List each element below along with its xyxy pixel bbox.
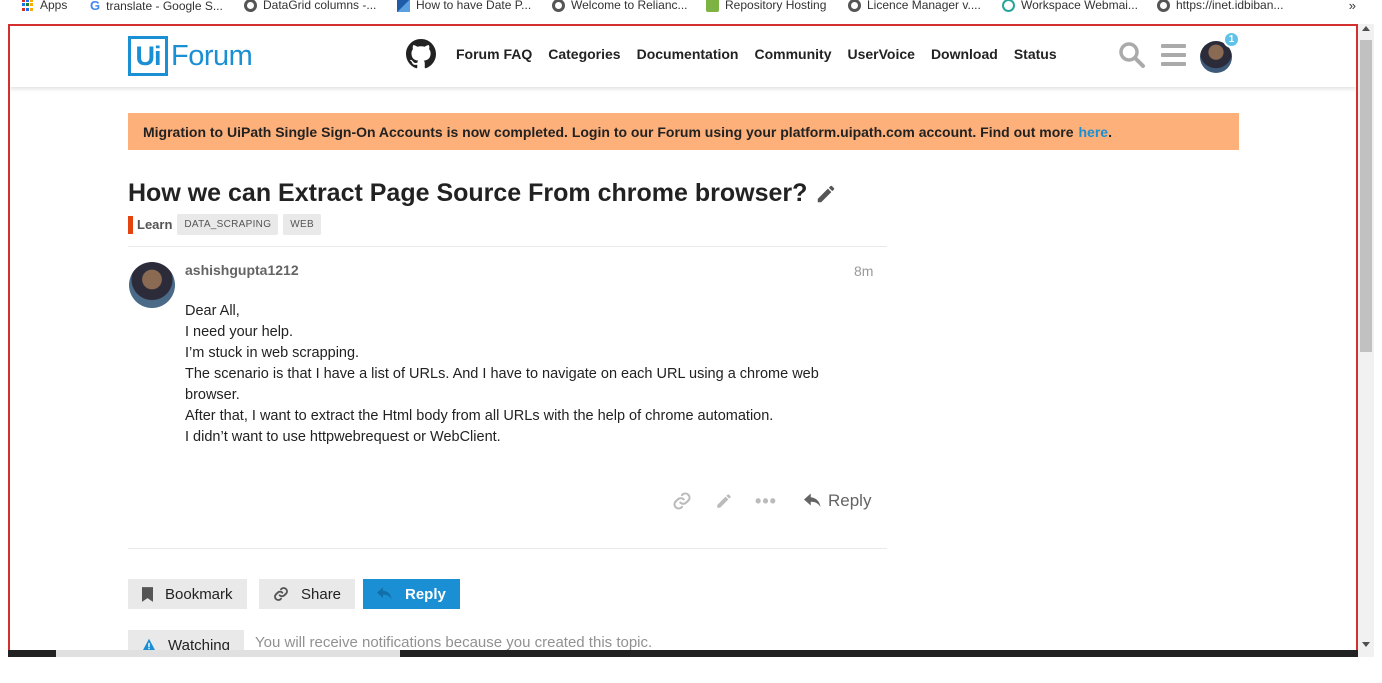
scroll-thumb[interactable]: [1360, 40, 1372, 352]
bookmark-idbi[interactable]: https://inet.idbiban...: [1157, 0, 1283, 12]
post-reply-label: Reply: [828, 491, 872, 510]
share-label: Share: [301, 585, 342, 603]
bookmark-label: Repository Hosting: [725, 0, 827, 12]
globe-icon: [1157, 0, 1170, 12]
taskbar-segment: [56, 650, 400, 657]
post-body: Dear All, I need your help. I’m stuck in…: [185, 301, 865, 448]
divider: [128, 246, 887, 247]
topic-title: How we can Extract Page Source From chro…: [128, 179, 837, 208]
scroll-down-icon[interactable]: [1362, 642, 1370, 647]
nav-forum-faq[interactable]: Forum FAQ: [456, 46, 532, 62]
stack-icon: [397, 0, 410, 12]
reply-arrow-icon: [377, 587, 392, 600]
bookmark-label: translate - Google S...: [106, 0, 223, 13]
globe-icon: [244, 0, 257, 12]
post-line: I’m stuck in web scrapping.: [185, 345, 360, 361]
bookmark-label: Licence Manager v....: [867, 0, 981, 12]
post-actions: ••• Reply: [670, 489, 871, 513]
edit-post-icon[interactable]: [712, 489, 736, 513]
post-time[interactable]: 8m: [854, 263, 873, 279]
swirl-icon: [1002, 0, 1015, 12]
post-line: Dear All,: [185, 303, 240, 319]
bookmarks-overflow-icon[interactable]: »: [1349, 0, 1356, 13]
post-line: I need your help.: [185, 324, 294, 340]
bookmark-webmail[interactable]: Workspace Webmai...: [1002, 0, 1138, 12]
bookmark-label: Bookmark: [165, 585, 233, 603]
banner-text: Migration to UiPath Single Sign-On Accou…: [143, 123, 1074, 140]
divider: [128, 548, 887, 549]
bookmark-icon: [142, 586, 153, 602]
logo-text: Forum: [171, 39, 253, 72]
nav-uservoice[interactable]: UserVoice: [847, 46, 914, 62]
bookmarks-bar: Apps G translate - Google S... DataGrid …: [0, 0, 1382, 14]
link-icon[interactable]: [670, 489, 694, 513]
edit-title-icon[interactable]: [815, 183, 837, 205]
hamburger-menu-icon[interactable]: [1161, 44, 1186, 66]
globe-icon: [848, 0, 861, 12]
main-nav: Forum FAQ Categories Documentation Commu…: [456, 46, 1057, 62]
plant-icon: [706, 0, 719, 12]
category-learn[interactable]: Learn: [128, 215, 173, 234]
bookmark-label: DataGrid columns -...: [263, 0, 377, 12]
reply-arrow-icon: [804, 493, 821, 507]
post-line: The scenario is that I have a list of UR…: [185, 366, 819, 403]
post-line: I didn’t want to use httpwebrequest or W…: [185, 429, 501, 445]
globe-icon: [552, 0, 565, 12]
post-line: After that, I want to extract the Html b…: [185, 408, 774, 424]
bookmark-datepicker[interactable]: How to have Date P...: [397, 0, 531, 12]
nav-status[interactable]: Status: [1014, 46, 1057, 62]
nav-categories[interactable]: Categories: [548, 46, 620, 62]
bookmark-label: Welcome to Relianc...: [571, 0, 688, 12]
google-icon: G: [90, 0, 101, 13]
bookmark-repository[interactable]: Repository Hosting: [706, 0, 826, 12]
bookmark-label: Apps: [40, 0, 68, 12]
site-logo[interactable]: Ui Forum: [128, 36, 253, 76]
logo-box: Ui: [128, 36, 168, 76]
banner-link[interactable]: here: [1078, 124, 1108, 140]
post-reply-button[interactable]: Reply: [804, 491, 871, 511]
bookmark-label: Workspace Webmai...: [1021, 0, 1138, 12]
more-options-icon[interactable]: •••: [754, 489, 778, 513]
bookmark-licence[interactable]: Licence Manager v....: [848, 0, 981, 12]
site-header: Ui Forum Forum FAQ Categories Documentat…: [10, 26, 1356, 87]
bookmark-label: https://inet.idbiban...: [1176, 0, 1284, 12]
topic-title-text: How we can Extract Page Source From chro…: [128, 179, 808, 207]
watching-description: You will receive notifications because y…: [255, 634, 653, 651]
topic-categories: Learn DATA_SCRAPING WEB: [128, 214, 321, 235]
scroll-up-icon[interactable]: [1362, 26, 1370, 31]
apps-grid-icon: [22, 0, 34, 11]
bookmark-datagrid[interactable]: DataGrid columns -...: [244, 0, 376, 12]
category-color-bar: [128, 215, 133, 234]
tag-web[interactable]: WEB: [283, 214, 321, 235]
tag-data-scraping[interactable]: DATA_SCRAPING: [177, 214, 279, 235]
reply-label: Reply: [405, 585, 446, 603]
notification-badge: 1: [1223, 31, 1240, 48]
reply-button[interactable]: Reply: [363, 579, 460, 609]
share-link-icon: [274, 587, 288, 601]
bookmark-label: How to have Date P...: [416, 0, 532, 12]
vertical-scrollbar[interactable]: [1358, 24, 1374, 657]
github-icon[interactable]: [406, 39, 436, 69]
post-username[interactable]: ashishgupta1212: [185, 262, 299, 278]
share-button[interactable]: Share: [259, 579, 356, 609]
nav-community[interactable]: Community: [754, 46, 831, 62]
bookmark-button[interactable]: Bookmark: [128, 579, 247, 609]
bookmark-apps[interactable]: Apps: [22, 0, 67, 12]
browser-viewport: Ui Forum Forum FAQ Categories Documentat…: [8, 24, 1358, 657]
bookmark-translate[interactable]: G translate - Google S...: [90, 0, 223, 13]
bookmark-reliance[interactable]: Welcome to Relianc...: [552, 0, 688, 12]
banner-suffix: .: [1108, 123, 1112, 140]
search-icon[interactable]: [1118, 41, 1146, 69]
post-author-avatar[interactable]: [129, 262, 175, 308]
taskbar-strip: [8, 650, 1358, 657]
category-label: Learn: [137, 217, 173, 232]
nav-download[interactable]: Download: [931, 46, 998, 62]
migration-banner: Migration to UiPath Single Sign-On Accou…: [128, 113, 1239, 150]
nav-documentation[interactable]: Documentation: [637, 46, 739, 62]
